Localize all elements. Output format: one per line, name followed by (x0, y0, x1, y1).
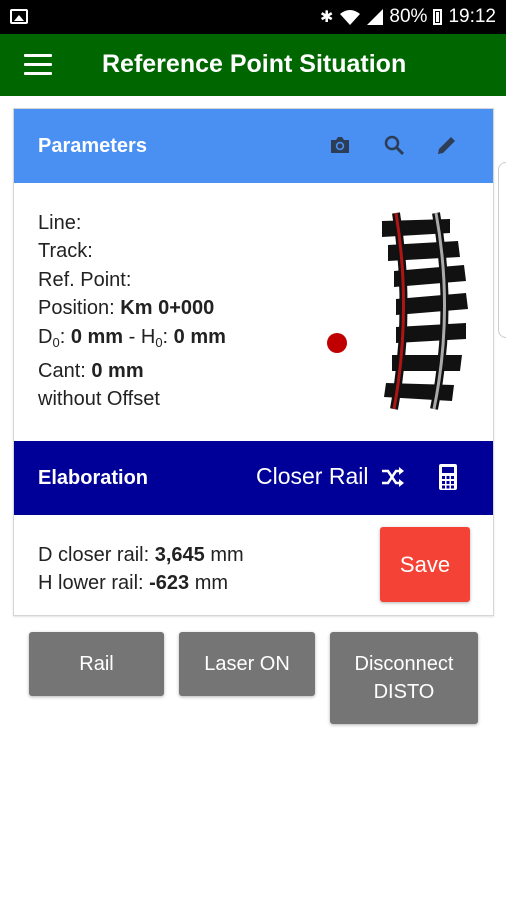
camera-icon[interactable] (328, 133, 352, 157)
status-bar: ✱ 80% 19:12 (0, 0, 506, 34)
offset-d-h-row: D0: 0 mm - H0: 0 mm (38, 325, 226, 350)
position-row: Position: Km 0+000 (38, 297, 215, 320)
edit-icon[interactable] (435, 133, 459, 157)
ref-point-label: Ref. Point: (38, 268, 132, 291)
elaboration-title: Elaboration (38, 467, 149, 489)
cant-row: Cant: 0 mm (38, 360, 144, 383)
parameters-details: Line: Track: Ref. Point: Position: Km 0+… (38, 209, 226, 414)
parameters-title: Parameters (38, 135, 147, 157)
closer-rail-toggle[interactable]: Closer Rail (256, 463, 368, 490)
side-drawer-handle[interactable] (498, 162, 506, 338)
rail-button[interactable]: Rail (29, 632, 164, 696)
bluetooth-icon: ✱ (320, 9, 334, 26)
line-label: Line: (38, 212, 82, 234)
d-value: 0 mm (70, 325, 124, 348)
h-lower-rail-value: -623 (149, 572, 190, 594)
cant-value: 0 mm (91, 360, 144, 383)
battery-percent: 80% (389, 6, 428, 27)
wifi-icon (340, 10, 361, 25)
position-value: Km 0+000 (120, 297, 215, 320)
reference-card: Parameters Line: Track: Ref. Point: Posi… (13, 108, 494, 616)
parameters-header: Parameters (14, 109, 493, 183)
signal-icon (367, 9, 384, 25)
page-title: Reference Point Situation (102, 50, 407, 78)
elaboration-results: D closer rail: 3,645 mm H lower rail: -6… (38, 541, 244, 597)
d-closer-rail-value: 3,645 (154, 544, 205, 566)
gallery-icon (10, 9, 28, 24)
laser-on-button[interactable]: Laser ON (179, 632, 315, 696)
track-label: Track: (38, 240, 93, 263)
offset-text: without Offset (38, 388, 160, 411)
menu-icon[interactable] (24, 54, 52, 76)
curved-track-icon (382, 212, 468, 410)
search-icon[interactable] (382, 133, 406, 157)
h-lower-rail-row: H lower rail: -623 mm (38, 572, 229, 594)
d-closer-rail-row: D closer rail: 3,645 mm (38, 544, 244, 566)
reference-point-marker (327, 333, 347, 353)
h-value: 0 mm (173, 325, 226, 348)
save-button[interactable]: Save (380, 527, 470, 602)
shuffle-icon[interactable] (380, 465, 406, 489)
elaboration-header: Elaboration Closer Rail (14, 441, 493, 515)
battery-icon (433, 9, 443, 25)
status-icons: ✱ 80% 19:12 (320, 0, 496, 34)
disconnect-disto-button[interactable]: Disconnect DISTO (330, 632, 478, 724)
app-bar: Reference Point Situation (0, 34, 506, 96)
calculator-icon[interactable] (438, 463, 458, 491)
clock: 19:12 (448, 6, 496, 27)
